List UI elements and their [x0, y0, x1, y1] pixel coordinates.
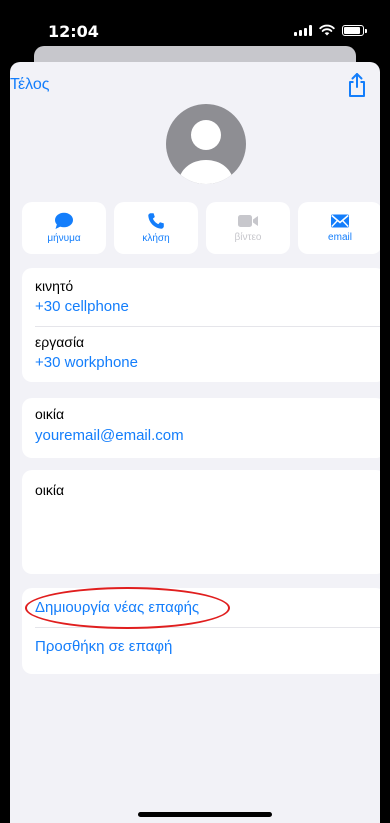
mobile-number-link[interactable]: +30 cellphone	[35, 298, 129, 315]
action-buttons: μήνυμα κλήση βίντεο email	[22, 202, 380, 254]
email-label: email	[328, 232, 352, 243]
wifi-icon	[319, 24, 335, 36]
video-label: βίντεο	[234, 232, 262, 243]
email-address-link[interactable]: youremail@email.com	[35, 427, 184, 444]
done-button[interactable]: Τέλος	[10, 76, 50, 94]
video-camera-icon	[238, 215, 258, 227]
share-icon[interactable]	[346, 72, 368, 98]
work-number-link[interactable]: +30 workphone	[35, 354, 138, 371]
status-icons	[294, 24, 367, 36]
signal-icon	[294, 24, 312, 36]
work-label: εργασία	[35, 334, 85, 350]
email-home-label: οικία	[35, 406, 65, 422]
battery-icon	[342, 24, 367, 36]
message-icon	[55, 212, 73, 229]
call-label: κλήση	[142, 233, 170, 244]
status-bar: 12:04	[0, 0, 390, 50]
email-button[interactable]: email	[298, 202, 380, 254]
red-highlight-circle	[25, 587, 230, 629]
message-label: μήνυμα	[47, 233, 81, 244]
envelope-icon	[331, 214, 349, 228]
phone-icon	[148, 213, 164, 229]
mobile-label: κινητό	[35, 278, 74, 294]
avatar	[166, 104, 246, 184]
add-to-existing-contact-link[interactable]: Προσθήκη σε επαφή	[35, 638, 172, 655]
address-home-label: οικία	[35, 482, 65, 498]
video-button[interactable]: βίντεο	[206, 202, 290, 254]
call-button[interactable]: κλήση	[114, 202, 198, 254]
address-card[interactable]: οικία	[22, 470, 380, 574]
contact-sheet: Τέλος μήνυμα κλήση βίντεο email κινητό +…	[10, 62, 380, 823]
divider	[35, 326, 380, 327]
email-card: οικία youremail@email.com	[22, 398, 380, 458]
home-indicator	[138, 812, 272, 817]
status-time: 12:04	[48, 22, 99, 41]
message-button[interactable]: μήνυμα	[22, 202, 106, 254]
phone-numbers-card: κινητό +30 cellphone εργασία +30 workpho…	[22, 268, 380, 382]
